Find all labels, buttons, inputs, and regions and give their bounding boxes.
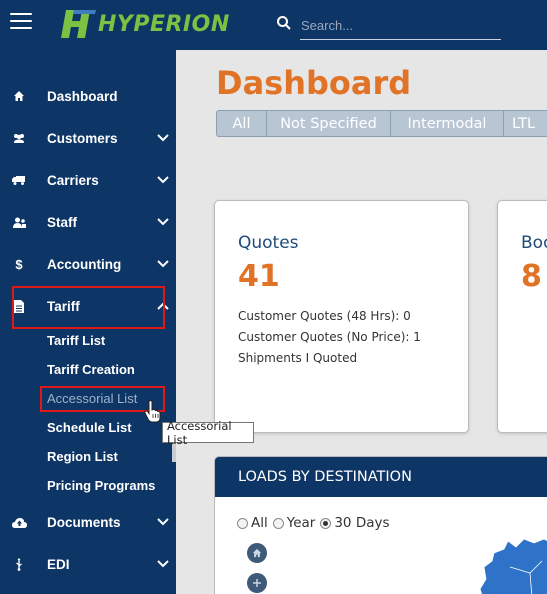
destination-map[interactable] — [470, 537, 547, 594]
loads-card-header: LOADS BY DESTINATION — [215, 457, 547, 497]
sidebar-item-customers[interactable]: Customers — [0, 120, 176, 156]
usb-icon — [11, 556, 27, 572]
page-title: Dashboard — [216, 64, 412, 102]
chevron-down-icon[interactable] — [157, 218, 169, 226]
quotes-detail-line: Customer Quotes (No Price): 1 — [238, 330, 421, 344]
submenu-tariff-creation[interactable]: Tariff Creation — [47, 362, 135, 377]
map-zoom-in-button[interactable] — [247, 573, 267, 593]
sidebar-item-accounting[interactable]: $ Accounting — [0, 246, 176, 282]
sidebar-item-label: Staff — [47, 214, 77, 230]
hand-pointer-cursor-icon — [144, 400, 161, 423]
submenu-tariff-list[interactable]: Tariff List — [47, 333, 105, 348]
truck-icon — [11, 172, 27, 188]
booked-card[interactable]: Boo 8 — [497, 200, 547, 433]
chevron-down-icon[interactable] — [157, 260, 169, 268]
quotes-detail-line: Shipments I Quoted — [238, 351, 358, 365]
booked-count: 8 — [521, 259, 542, 294]
hamburger-menu-icon[interactable] — [10, 13, 32, 31]
sidebar-item-label: EDI — [47, 556, 70, 572]
loads-by-destination-card: LOADS BY DESTINATION All Year 30 Days — [214, 456, 547, 594]
app-logo[interactable]: HYPERION — [60, 6, 230, 42]
main-content: Dashboard All Not Specified Intermodal L… — [176, 50, 547, 594]
time-range-radio-group: All Year 30 Days — [237, 515, 395, 531]
tooltip: Accessorial List — [162, 419, 254, 447]
chevron-down-icon[interactable] — [157, 134, 169, 142]
top-bar: HYPERION — [0, 0, 547, 50]
search-input[interactable] — [300, 12, 501, 40]
tariff-highlight-box — [12, 286, 165, 329]
loads-card-title: LOADS BY DESTINATION — [238, 469, 412, 485]
booked-card-title: Boo — [521, 233, 547, 253]
radio-30-days[interactable] — [320, 517, 332, 529]
chevron-down-icon[interactable] — [157, 560, 169, 568]
radio-label: All — [251, 515, 268, 531]
submenu-region-list[interactable]: Region List — [47, 449, 118, 464]
quotes-card-title: Quotes — [238, 233, 299, 253]
submenu-pricing-programs[interactable]: Pricing Programs — [47, 478, 155, 493]
app-name: HYPERION — [98, 11, 230, 37]
chevron-down-icon[interactable] — [157, 518, 169, 526]
sidebar-item-label: Carriers — [47, 172, 99, 188]
radio-all[interactable] — [237, 517, 248, 529]
radio-year[interactable] — [272, 517, 284, 529]
radio-label: 30 Days — [334, 515, 390, 531]
chevron-down-icon[interactable] — [157, 176, 169, 184]
sidebar-item-carriers[interactable]: Carriers — [0, 162, 176, 198]
sidebar-item-edi[interactable]: EDI — [0, 546, 176, 582]
plus-icon — [253, 579, 261, 587]
map-home-button[interactable] — [247, 543, 267, 563]
filter-all-button[interactable]: All — [216, 110, 266, 137]
search-icon[interactable] — [276, 15, 292, 31]
cloud-upload-icon — [11, 514, 27, 530]
submenu-schedule-list[interactable]: Schedule List — [47, 420, 132, 435]
filter-intermodal-button[interactable]: Intermodal — [390, 110, 503, 137]
sidebar-item-label: Customers — [47, 130, 118, 146]
filter-not-specified-button[interactable]: Not Specified — [266, 110, 390, 137]
load-type-filter-group: All Not Specified Intermodal LTL — [216, 110, 547, 137]
sidebar-item-documents[interactable]: Documents — [0, 504, 176, 540]
logo-mark-icon — [61, 10, 96, 38]
sidebar-item-staff[interactable]: Staff — [0, 204, 176, 240]
home-icon — [11, 88, 27, 104]
sidebar-item-label: Dashboard — [47, 88, 118, 104]
dollar-icon: $ — [15, 256, 23, 272]
home-icon — [252, 548, 262, 558]
users-icon — [11, 130, 27, 146]
sidebar-item-label: Accounting — [47, 256, 122, 272]
sidebar: Dashboard Customers Carriers Staff $ Acc… — [0, 50, 176, 594]
quotes-detail-line: Customer Quotes (48 Hrs): 0 — [238, 309, 411, 323]
sidebar-item-label: Documents — [47, 514, 121, 530]
staff-icon — [11, 214, 27, 230]
quotes-card[interactable]: Quotes 41 Customer Quotes (48 Hrs): 0 Cu… — [214, 200, 469, 433]
quotes-count: 41 — [238, 259, 280, 294]
radio-label: Year — [286, 515, 316, 531]
sidebar-item-dashboard[interactable]: Dashboard — [0, 78, 176, 114]
filter-ltl-button[interactable]: LTL — [503, 110, 547, 137]
